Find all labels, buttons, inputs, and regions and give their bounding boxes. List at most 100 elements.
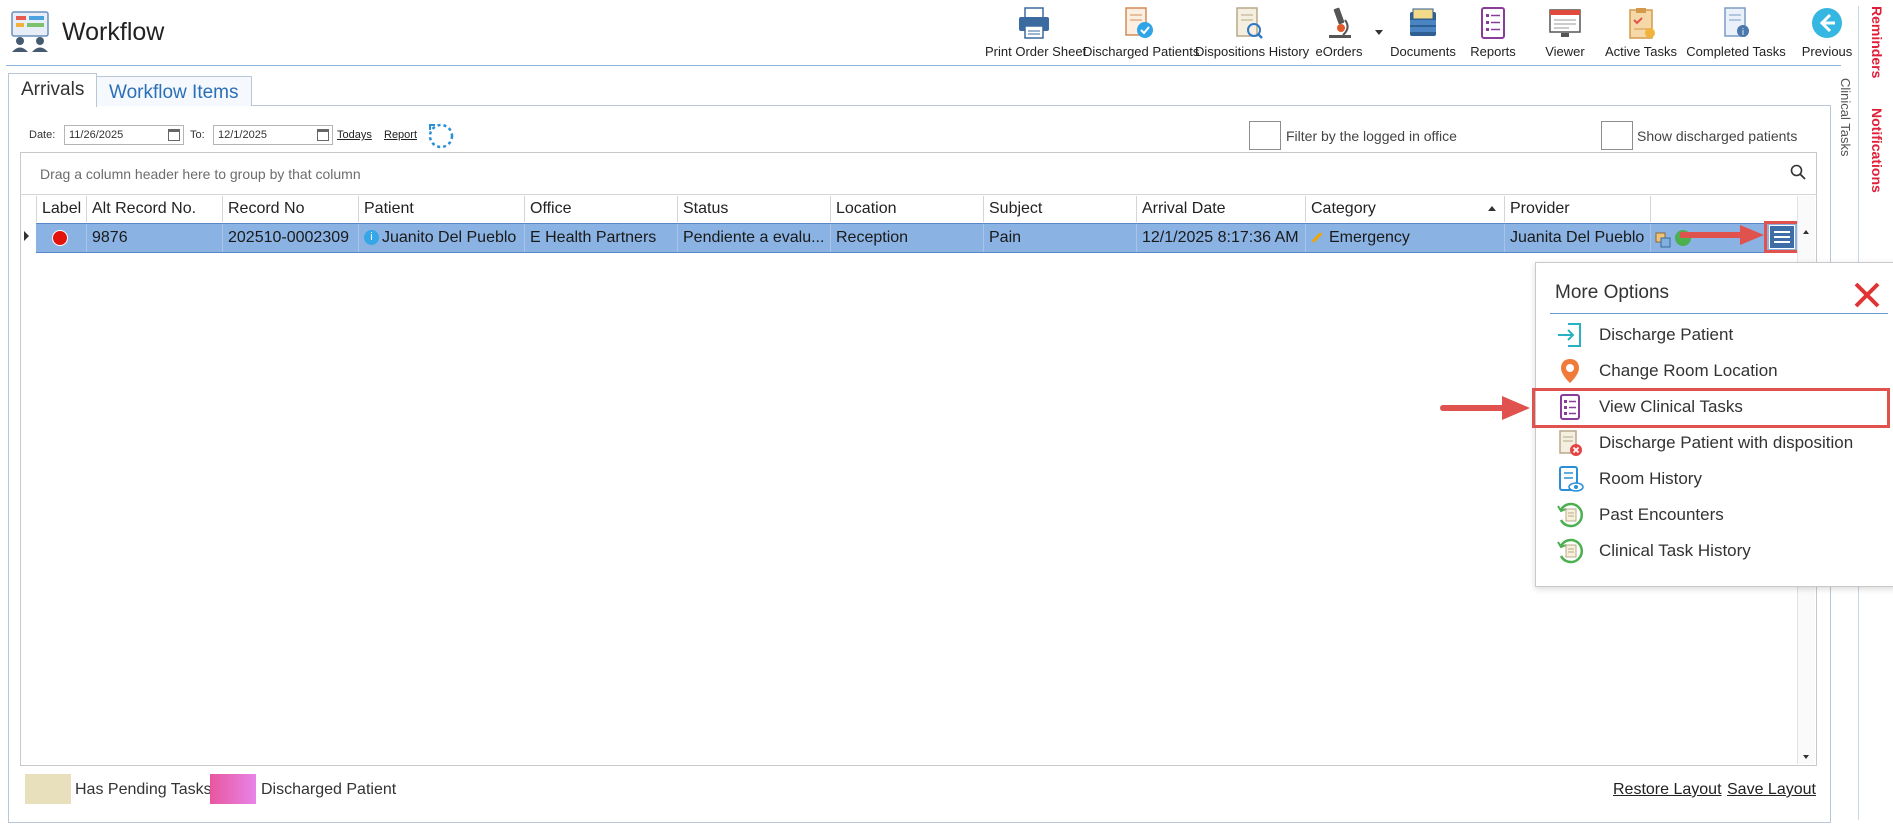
tab-workflow-items[interactable]: Workflow Items bbox=[96, 76, 252, 106]
menu-item-label: Clinical Task History bbox=[1599, 541, 1751, 560]
scroll-down-icon[interactable] bbox=[1803, 755, 1809, 759]
room-icon[interactable] bbox=[1655, 230, 1671, 248]
hamburger-icon bbox=[1774, 241, 1790, 243]
save-layout-link[interactable]: Save Layout bbox=[1727, 781, 1816, 799]
todays-link[interactable]: Todays bbox=[337, 129, 372, 141]
toolbar-label: Completed Tasks bbox=[1686, 44, 1786, 59]
category-cell: Emergency bbox=[1305, 224, 1504, 252]
arrival-date-cell: 12/1/2025 8:17:36 AM bbox=[1136, 224, 1305, 252]
patient-name: Juanito Del Pueblo bbox=[382, 229, 517, 246]
calendar-icon[interactable] bbox=[317, 129, 329, 141]
column-header-actions bbox=[1650, 196, 1797, 222]
annotation-arrow-icon bbox=[1440, 394, 1532, 427]
column-header-office[interactable]: Office bbox=[524, 196, 677, 222]
calendar-icon[interactable] bbox=[168, 129, 180, 141]
discharge-with-disposition-item[interactable]: Discharge Patient with disposition bbox=[1550, 425, 1890, 461]
printer-icon bbox=[1016, 6, 1052, 40]
notifications-tab[interactable]: Notifications bbox=[1869, 108, 1885, 193]
red-label-dot-icon bbox=[52, 230, 68, 246]
search-icon[interactable] bbox=[1790, 164, 1806, 180]
viewer-button[interactable]: Viewer bbox=[1532, 4, 1598, 60]
reminders-tab[interactable]: Reminders bbox=[1869, 6, 1885, 78]
column-header-label[interactable]: Label bbox=[36, 196, 86, 222]
active-tasks-button[interactable]: Active Tasks bbox=[1603, 4, 1679, 60]
room-history-item[interactable]: Room History bbox=[1550, 461, 1890, 497]
reports-icon bbox=[1475, 6, 1511, 40]
toolbar-label: Active Tasks bbox=[1604, 44, 1677, 59]
pending-tasks-swatch bbox=[25, 774, 71, 804]
discharge-disposition-icon bbox=[1556, 429, 1584, 457]
more-options-menu-button[interactable] bbox=[1769, 225, 1795, 249]
past-encounters-item[interactable]: Past Encounters bbox=[1550, 497, 1890, 533]
menu-item-label: Discharge Patient with disposition bbox=[1599, 433, 1854, 452]
filter-office-label: Filter by the logged in office bbox=[1286, 128, 1457, 144]
toolbar-label: Discharged Patients bbox=[1083, 44, 1200, 59]
record-no-cell: 202510-0002309 bbox=[222, 224, 358, 252]
documents-button[interactable]: Documents bbox=[1388, 4, 1458, 60]
clinical-task-history-item[interactable]: Clinical Task History bbox=[1550, 533, 1890, 569]
restore-layout-link[interactable]: Restore Layout bbox=[1613, 781, 1722, 799]
menu-item-label: Change Room Location bbox=[1599, 361, 1778, 380]
pencil-icon bbox=[1311, 232, 1323, 244]
completed-tasks-icon: i bbox=[1718, 6, 1754, 40]
svg-text:i: i bbox=[1742, 28, 1745, 38]
discharge-patient-icon bbox=[1556, 321, 1584, 349]
show-discharged-checkbox[interactable] bbox=[1601, 121, 1633, 150]
eorders-button[interactable]: eOrders bbox=[1308, 4, 1370, 60]
annotation-arrow-icon bbox=[1679, 223, 1766, 252]
location-cell: Reception bbox=[830, 224, 983, 252]
previous-button[interactable]: Previous bbox=[1796, 4, 1858, 60]
column-header-provider[interactable]: Provider bbox=[1504, 196, 1650, 222]
date-to-value: 12/1/2025 bbox=[218, 129, 267, 141]
microscope-icon bbox=[1321, 6, 1357, 40]
column-header-category[interactable]: Category bbox=[1305, 196, 1504, 222]
toolbar-label: Documents bbox=[1390, 44, 1456, 59]
column-header-status[interactable]: Status bbox=[677, 196, 830, 222]
sort-ascending-icon bbox=[1488, 206, 1496, 211]
annotation-highlight-box bbox=[1532, 388, 1890, 428]
room-history-icon bbox=[1556, 465, 1584, 493]
refresh-icon[interactable] bbox=[427, 122, 455, 155]
change-room-location-item[interactable]: Change Room Location bbox=[1550, 353, 1890, 389]
patient-cell[interactable]: i Juanito Del Pueblo bbox=[358, 224, 524, 252]
dispositions-history-icon bbox=[1230, 6, 1266, 40]
patient-info-icon[interactable]: i bbox=[364, 230, 379, 246]
popup-divider bbox=[1550, 313, 1888, 314]
documents-icon bbox=[1405, 6, 1441, 40]
print-order-sheet-button[interactable]: Print Order Sheet bbox=[985, 4, 1086, 60]
hamburger-icon bbox=[1774, 231, 1790, 233]
status-cell: Pendiente a evalu... bbox=[677, 224, 830, 252]
close-icon[interactable] bbox=[1851, 279, 1883, 311]
eorders-dropdown-icon[interactable] bbox=[1375, 30, 1383, 35]
clinical-task-history-icon bbox=[1556, 537, 1584, 565]
column-header-subject[interactable]: Subject bbox=[983, 196, 1136, 222]
filter-office-checkbox[interactable] bbox=[1249, 121, 1281, 150]
date-to-field[interactable]: 12/1/2025 bbox=[213, 125, 333, 145]
more-options-title: More Options bbox=[1555, 282, 1670, 303]
scroll-up-icon[interactable] bbox=[1803, 230, 1809, 234]
column-header-location[interactable]: Location bbox=[830, 196, 983, 222]
completed-tasks-button[interactable]: i Completed Tasks bbox=[1686, 4, 1786, 60]
tab-arrivals[interactable]: Arrivals bbox=[8, 73, 98, 107]
date-from-value: 11/26/2025 bbox=[69, 129, 124, 141]
table-row[interactable]: 9876 202510-0002309 i Juanito Del Pueblo … bbox=[36, 223, 1809, 253]
column-header-patient[interactable]: Patient bbox=[358, 196, 524, 222]
hamburger-icon bbox=[1774, 236, 1790, 238]
date-from-field[interactable]: 11/26/2025 bbox=[64, 125, 184, 145]
dispositions-history-button[interactable]: Dispositions History bbox=[1195, 4, 1309, 60]
column-header-record-no[interactable]: Record No bbox=[222, 196, 358, 222]
column-header-arrival-date[interactable]: Arrival Date bbox=[1136, 196, 1305, 222]
toolbar-label: Viewer bbox=[1545, 44, 1585, 59]
date-to-label: To: bbox=[190, 129, 205, 141]
report-link[interactable]: Report bbox=[384, 129, 417, 141]
discharged-patients-button[interactable]: Discharged Patients bbox=[1083, 4, 1200, 60]
clinical-tasks-tab[interactable]: Clinical Tasks bbox=[1838, 78, 1853, 157]
office-cell: E Health Partners bbox=[524, 224, 677, 252]
reports-button[interactable]: Reports bbox=[1462, 4, 1524, 60]
column-header-alt-record-no[interactable]: Alt Record No. bbox=[86, 196, 222, 222]
active-tasks-icon bbox=[1623, 6, 1659, 40]
menu-item-label: Past Encounters bbox=[1599, 505, 1724, 524]
menu-item-label: Room History bbox=[1599, 469, 1702, 488]
discharge-patient-item[interactable]: Discharge Patient bbox=[1550, 317, 1890, 353]
viewer-icon bbox=[1547, 6, 1583, 40]
